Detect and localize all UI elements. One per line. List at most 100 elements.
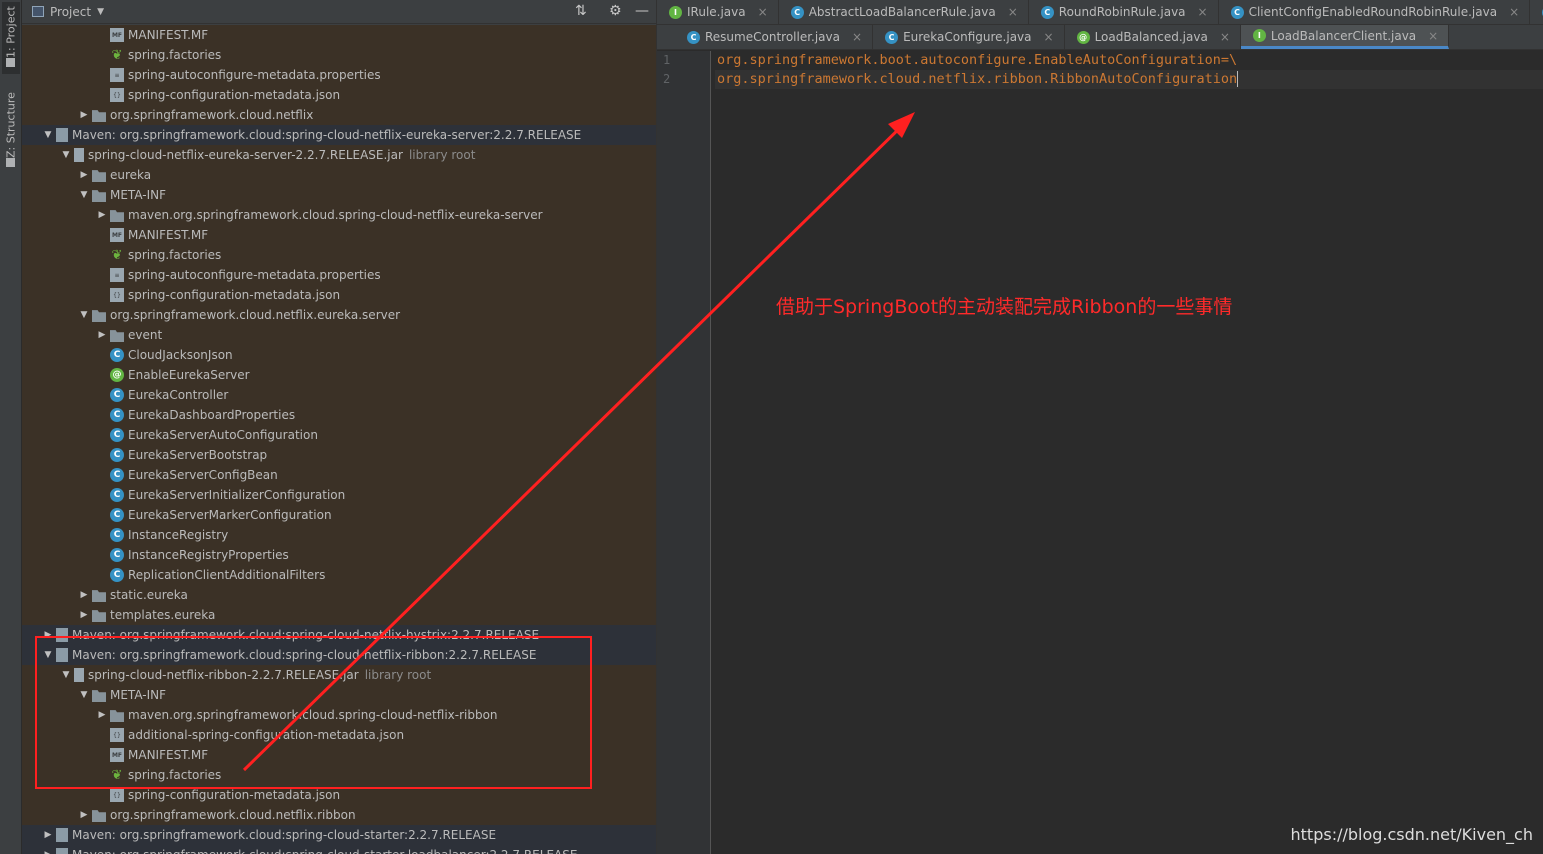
tree-item[interactable]: ▶ Maven: org.springframework.cloud:spring… [22,825,656,845]
tree-item[interactable]: C EurekaController [22,385,656,405]
tree-item[interactable]: {} additional-spring-configuration-metada… [22,725,656,745]
code-text[interactable]: org.springframework.boot.autoconfigure.E… [715,51,1543,89]
collapsed-arrow-icon[interactable]: ▶ [76,610,92,620]
tree-item[interactable]: C EurekaServerConfigBean [22,465,656,485]
tree-item-label: EurekaServerAutoConfiguration [128,428,318,442]
collapsed-arrow-icon[interactable]: ▶ [76,810,92,820]
close-icon[interactable]: × [1198,5,1208,19]
collapsed-arrow-icon[interactable]: ▶ [40,830,56,840]
collapsed-arrow-icon[interactable]: ▶ [76,590,92,600]
tree-item[interactable]: ▼ Maven: org.springframework.cloud:spring… [22,125,656,145]
tree-item[interactable]: C InstanceRegistryProperties [22,545,656,565]
editor-tab[interactable]: CP [1530,0,1543,24]
expanded-arrow-icon[interactable]: ▼ [58,150,74,160]
close-icon[interactable]: × [1220,30,1230,44]
tree-item[interactable]: {} spring-configuration-metadata.json [22,285,656,305]
collapsed-arrow-icon[interactable]: ▶ [76,110,92,120]
expanded-arrow-icon[interactable]: ▼ [40,650,56,660]
structure-tool-tab[interactable]: Z: Structure [2,90,20,172]
mf-icon: MF [110,228,124,242]
chevron-down-icon[interactable]: ▼ [97,7,104,17]
tree-item[interactable]: ▶ Maven: org.springframework.cloud:spring… [22,845,656,854]
editor-tab[interactable]: I IRule.java × [657,0,779,24]
expanded-arrow-icon[interactable]: ▼ [76,310,92,320]
tree-item-label: EurekaServerConfigBean [128,468,278,482]
collapsed-arrow-icon[interactable]: ▶ [94,210,110,220]
interface-icon: I [669,5,682,19]
tree-item[interactable]: ▶ Maven: org.springframework.cloud:spring… [22,625,656,645]
tree-item[interactable]: ▼ spring-cloud-netflix-ribbon-2.2.7.RELEA… [22,665,656,685]
tree-item[interactable]: ▼ spring-cloud-netflix-eureka-server-2.2.… [22,145,656,165]
tree-item[interactable]: C EurekaServerMarkerConfiguration [22,505,656,525]
editor-tab[interactable]: C AbstractLoadBalancerRule.java × [779,0,1029,24]
tree-item[interactable]: ▼ META-INF [22,685,656,705]
expanded-arrow-icon[interactable]: ▼ [76,690,92,700]
tree-item-suffix: library root [364,668,432,682]
tree-item[interactable]: ▶ maven.org.springframework.cloud.spring-… [22,705,656,725]
tree-item[interactable]: ❦ spring.factories [22,765,656,785]
tree-item-label: org.springframework.cloud.netflix [110,108,314,122]
editor-tab[interactable]: C EurekaConfigure.java × [873,25,1065,49]
tree-item[interactable]: ≡ spring-autoconfigure-metadata.propertie… [22,65,656,85]
gear-icon[interactable]: ⚙ [609,3,622,19]
tree-item[interactable]: ▶ org.springframework.cloud.netflix [22,105,656,125]
tree-item[interactable]: MF MANIFEST.MF [22,745,656,765]
tree-item[interactable]: ❦ spring.factories [22,45,656,65]
tree-item[interactable]: MF MANIFEST.MF [22,225,656,245]
editor-tab[interactable]: C RoundRobinRule.java × [1029,0,1219,24]
tree-item[interactable]: ▼ META-INF [22,185,656,205]
editor-tabbar-row2: C ResumeController.java × C EurekaConfigure.… [657,25,1543,50]
tree-item[interactable]: ▶ maven.org.springframework.cloud.spring-… [22,205,656,225]
tree-item[interactable]: ▼ Maven: org.springframework.cloud:spring… [22,645,656,665]
close-icon[interactable]: × [852,30,862,44]
editor-tab[interactable]: C ClientConfigEnabledRoundRobinRule.java × [1219,0,1531,24]
close-icon[interactable]: × [1044,30,1054,44]
close-icon[interactable]: × [758,5,768,19]
project-tool-label: 1: Project [4,6,18,58]
tree-item-label: ReplicationClientAdditionalFilters [128,568,326,582]
expanded-arrow-icon[interactable]: ▼ [58,670,74,680]
editor-tab[interactable]: @ LoadBalanced.java × [1065,25,1241,49]
tree-item[interactable]: ▶ static.eureka [22,585,656,605]
close-icon[interactable]: × [1509,5,1519,19]
tree-item[interactable]: C EurekaDashboardProperties [22,405,656,425]
code-line[interactable]: org.springframework.boot.autoconfigure.E… [715,51,1543,70]
expanded-arrow-icon[interactable]: ▼ [40,130,56,140]
tree-item[interactable]: ❦ spring.factories [22,245,656,265]
project-view-dropdown[interactable]: Project [50,5,91,19]
tree-item[interactable]: ▼ org.springframework.cloud.netflix.eurek… [22,305,656,325]
expanded-arrow-icon[interactable]: ▼ [76,190,92,200]
project-tool-tab[interactable]: 1: Project [2,2,20,74]
editor-tab[interactable]: I LoadBalancerClient.java × [1240,25,1450,49]
tree-item[interactable]: ▶ eureka [22,165,656,185]
folder-icon [92,190,106,202]
collapsed-arrow-icon[interactable]: ▶ [94,710,110,720]
close-icon[interactable]: × [1008,5,1018,19]
collapsed-arrow-icon[interactable]: ▶ [94,330,110,340]
class-icon: C [885,30,899,44]
collapsed-arrow-icon[interactable]: ▶ [40,850,56,854]
tree-item[interactable]: C InstanceRegistry [22,525,656,545]
watermark: https://blog.csdn.net/Kiven_ch [1290,825,1533,844]
collapsed-arrow-icon[interactable]: ▶ [76,170,92,180]
editor-tab[interactable]: C ResumeController.java × [675,25,874,49]
tree-item[interactable]: MF MANIFEST.MF [22,25,656,45]
tree-item[interactable]: C CloudJacksonJson [22,345,656,365]
collapse-all-icon[interactable]: ⇅ [575,3,587,19]
code-area[interactable]: 12 org.springframework.boot.autoconfigur… [657,51,1543,854]
tree-item[interactable]: ▶ org.springframework.cloud.netflix.ribbo… [22,805,656,825]
tree-item[interactable]: C EurekaServerInitializerConfiguration [22,485,656,505]
minimize-icon[interactable]: — [635,3,649,19]
tree-item[interactable]: ▶ event [22,325,656,345]
code-line[interactable]: org.springframework.cloud.netflix.ribbon… [715,70,1543,89]
tree-item[interactable]: C ReplicationClientAdditionalFilters [22,565,656,585]
tree-item[interactable]: C EurekaServerBootstrap [22,445,656,465]
tree-item[interactable]: C EurekaServerAutoConfiguration [22,425,656,445]
tree-item[interactable]: {} spring-configuration-metadata.json [22,785,656,805]
close-icon[interactable]: × [1428,29,1438,43]
tree-item[interactable]: ▶ templates.eureka [22,605,656,625]
tree-item[interactable]: {} spring-configuration-metadata.json [22,85,656,105]
tree-item[interactable]: @ EnableEurekaServer [22,365,656,385]
tree-item[interactable]: ≡ spring-autoconfigure-metadata.propertie… [22,265,656,285]
collapsed-arrow-icon[interactable]: ▶ [40,630,56,640]
